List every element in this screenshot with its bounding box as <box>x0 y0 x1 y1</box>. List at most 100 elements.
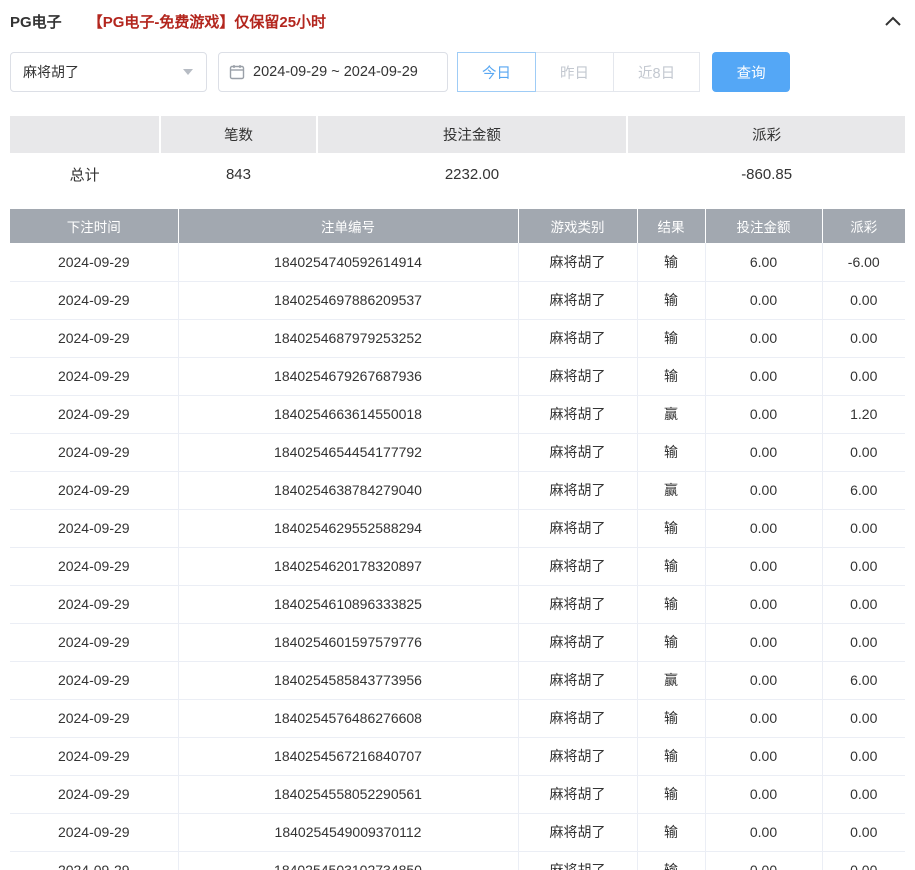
game-type-cell: 麻将胡了 <box>518 281 637 319</box>
payout-cell: 0.00 <box>822 813 905 851</box>
order-id-cell: 1840254558052290561 <box>178 775 518 813</box>
order-id-cell: 1840254549009370112 <box>178 813 518 851</box>
records-body: 2024-09-291840254740592614914麻将胡了输6.00-6… <box>10 243 905 870</box>
bet-amount-cell: 0.00 <box>705 471 822 509</box>
game-type-cell: 麻将胡了 <box>518 357 637 395</box>
order-id-cell: 1840254687979253252 <box>178 319 518 357</box>
bet-amount-cell: 0.00 <box>705 357 822 395</box>
summary-count-value: 843 <box>161 153 315 195</box>
payout-cell: 0.00 <box>822 509 905 547</box>
result-cell: 输 <box>637 699 705 737</box>
collapse-button[interactable] <box>881 9 905 33</box>
bet-amount-cell: 0.00 <box>705 281 822 319</box>
order-id-cell: 1840254697886209537 <box>178 281 518 319</box>
order-id-cell: 1840254601597579776 <box>178 623 518 661</box>
bet-time-cell: 2024-09-29 <box>10 775 178 813</box>
chevron-down-icon <box>182 68 194 76</box>
records-header-row: 下注时间 注单编号 游戏类别 结果 投注金额 派彩 <box>10 209 905 243</box>
last-8-days-button[interactable]: 近8日 <box>613 52 700 92</box>
bet-amount-cell: 0.00 <box>705 623 822 661</box>
payout-cell: 6.00 <box>822 661 905 699</box>
result-cell: 输 <box>637 851 705 870</box>
yesterday-button[interactable]: 昨日 <box>535 52 614 92</box>
bet-time-cell: 2024-09-29 <box>10 851 178 870</box>
col-header-order-id: 注单编号 <box>178 209 518 243</box>
bet-time-cell: 2024-09-29 <box>10 243 178 281</box>
order-id-cell: 1840254576486276608 <box>178 699 518 737</box>
result-cell: 输 <box>637 357 705 395</box>
bet-amount-cell: 0.00 <box>705 775 822 813</box>
quick-date-buttons: 今日 昨日 近8日 <box>457 52 700 92</box>
table-row: 2024-09-291840254654454177792麻将胡了输0.000.… <box>10 433 905 471</box>
filter-bar: 麻将胡了 2024-09-29 ~ 2024-09-29 今日 昨日 <box>10 50 905 94</box>
order-id-cell: 1840254610896333825 <box>178 585 518 623</box>
game-type-cell: 麻将胡了 <box>518 243 637 281</box>
bet-time-cell: 2024-09-29 <box>10 585 178 623</box>
bet-amount-cell: 0.00 <box>705 661 822 699</box>
table-row: 2024-09-291840254687979253252麻将胡了输0.000.… <box>10 319 905 357</box>
bet-time-cell: 2024-09-29 <box>10 661 178 699</box>
summary-header-bet-amount: 投注金额 <box>318 116 627 153</box>
page-title: PG电子 <box>10 11 62 32</box>
payout-cell: 0.00 <box>822 357 905 395</box>
game-select[interactable]: 麻将胡了 <box>10 52 207 92</box>
payout-cell: 0.00 <box>822 737 905 775</box>
result-cell: 输 <box>637 813 705 851</box>
summary-total-row: 总计 843 2232.00 -860.85 <box>10 153 905 195</box>
date-range-value: 2024-09-29 ~ 2024-09-29 <box>253 64 418 80</box>
game-type-cell: 麻将胡了 <box>518 433 637 471</box>
order-id-cell: 1840254503102734850 <box>178 851 518 870</box>
bet-time-cell: 2024-09-29 <box>10 547 178 585</box>
game-type-cell: 麻将胡了 <box>518 319 637 357</box>
section-header: PG电子 【PG电子-免费游戏】仅保留25小时 <box>10 0 905 42</box>
game-type-cell: 麻将胡了 <box>518 585 637 623</box>
table-row: 2024-09-291840254558052290561麻将胡了输0.000.… <box>10 775 905 813</box>
bet-amount-cell: 0.00 <box>705 509 822 547</box>
order-id-cell: 1840254663614550018 <box>178 395 518 433</box>
result-cell: 输 <box>637 281 705 319</box>
table-row: 2024-09-291840254620178320897麻将胡了输0.000.… <box>10 547 905 585</box>
table-row: 2024-09-291840254585843773956麻将胡了赢0.006.… <box>10 661 905 699</box>
order-id-cell: 1840254585843773956 <box>178 661 518 699</box>
payout-cell: 0.00 <box>822 851 905 870</box>
bet-time-cell: 2024-09-29 <box>10 509 178 547</box>
game-select-value: 麻将胡了 <box>23 62 79 82</box>
bet-time-cell: 2024-09-29 <box>10 433 178 471</box>
col-header-bet-amount: 投注金额 <box>705 209 822 243</box>
bet-amount-cell: 6.00 <box>705 243 822 281</box>
query-button[interactable]: 查询 <box>712 52 790 92</box>
result-cell: 输 <box>637 585 705 623</box>
today-button[interactable]: 今日 <box>457 52 536 92</box>
order-id-cell: 1840254620178320897 <box>178 547 518 585</box>
order-id-cell: 1840254567216840707 <box>178 737 518 775</box>
bet-time-cell: 2024-09-29 <box>10 281 178 319</box>
table-row: 2024-09-291840254503102734850麻将胡了输0.000.… <box>10 851 905 870</box>
result-cell: 输 <box>637 775 705 813</box>
bet-time-cell: 2024-09-29 <box>10 737 178 775</box>
bet-amount-cell: 0.00 <box>705 585 822 623</box>
summary-table: 笔数 投注金额 派彩 总计 843 2232.00 -860.85 <box>10 116 905 195</box>
table-row: 2024-09-291840254679267687936麻将胡了输0.000.… <box>10 357 905 395</box>
table-row: 2024-09-291840254740592614914麻将胡了输6.00-6… <box>10 243 905 281</box>
records-header: 下注时间 注单编号 游戏类别 结果 投注金额 派彩 <box>10 209 905 243</box>
records-table: 下注时间 注单编号 游戏类别 结果 投注金额 派彩 2024-09-291840… <box>10 209 905 870</box>
retention-notice: 【PG电子-免费游戏】仅保留25小时 <box>88 11 326 32</box>
bet-amount-cell: 0.00 <box>705 319 822 357</box>
result-cell: 输 <box>637 623 705 661</box>
summary-header-row: 笔数 投注金额 派彩 <box>10 116 905 153</box>
result-cell: 输 <box>637 547 705 585</box>
order-id-cell: 1840254638784279040 <box>178 471 518 509</box>
game-type-cell: 麻将胡了 <box>518 623 637 661</box>
result-cell: 输 <box>637 509 705 547</box>
col-header-result: 结果 <box>637 209 705 243</box>
game-type-cell: 麻将胡了 <box>518 775 637 813</box>
date-range-picker[interactable]: 2024-09-29 ~ 2024-09-29 <box>218 52 448 92</box>
order-id-cell: 1840254654454177792 <box>178 433 518 471</box>
summary-payout-value: -860.85 <box>628 153 905 195</box>
payout-cell: 0.00 <box>822 547 905 585</box>
payout-cell: 6.00 <box>822 471 905 509</box>
bet-time-cell: 2024-09-29 <box>10 813 178 851</box>
order-id-cell: 1840254629552588294 <box>178 509 518 547</box>
col-header-payout: 派彩 <box>822 209 905 243</box>
calendar-icon <box>229 64 245 80</box>
